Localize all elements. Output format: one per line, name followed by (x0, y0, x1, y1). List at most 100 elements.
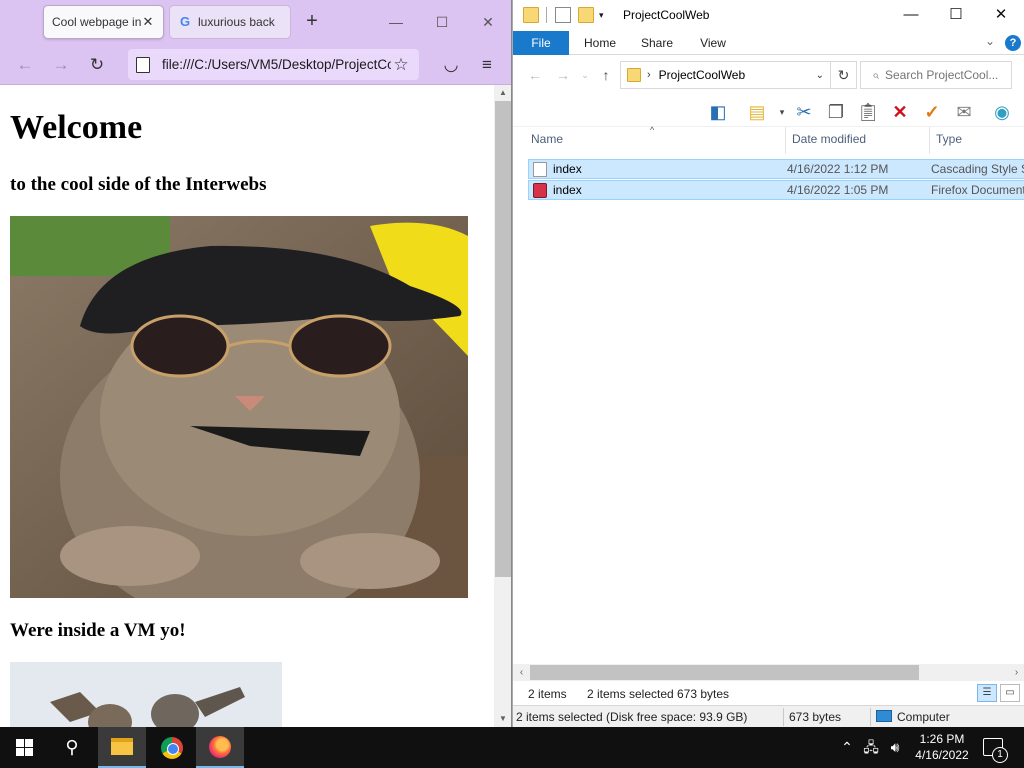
refresh-button[interactable]: ↻ (831, 61, 857, 89)
taskbar-chrome[interactable] (148, 727, 196, 768)
computer-icon (876, 710, 892, 722)
network-icon[interactable]: 🖧︎ (860, 727, 882, 768)
network-globe-icon[interactable]: ◉ (990, 100, 1014, 124)
tab-luxurious-back[interactable]: G luxurious back (170, 6, 290, 38)
up-one-level-icon[interactable]: ↑ (596, 65, 616, 85)
help-icon[interactable]: ? (1005, 35, 1021, 51)
details-view-icon[interactable]: ☰ (977, 684, 997, 702)
volume-icon[interactable]: 🔊︎ (884, 727, 906, 768)
tab-share[interactable]: Share (631, 31, 683, 55)
recent-locations-dropdown-icon[interactable]: ⌄ (575, 65, 595, 85)
tab-view[interactable]: View (689, 31, 737, 55)
selected-count: 2 items selected (587, 687, 674, 701)
address-dropdown-icon[interactable]: ⌄ (816, 70, 824, 81)
forward-icon[interactable]: → (553, 65, 573, 85)
properties-icon[interactable]: ▤ (745, 100, 769, 124)
explorer-status-bar: 2 items selected (Disk free space: 93.9 … (513, 705, 1024, 727)
url-bar[interactable]: file:///C:/Users/VM5/Desktop/ProjectCool… (128, 49, 419, 80)
delete-icon[interactable]: ✕ (888, 100, 912, 124)
new-tab-button[interactable]: + (300, 10, 324, 34)
paste-icon[interactable]: 📋︎ (856, 100, 880, 124)
bookmark-star-icon[interactable]: ☆ (391, 55, 411, 75)
email-icon[interactable]: ✉ (952, 100, 976, 124)
taskbar-file-explorer[interactable] (98, 727, 146, 768)
chrome-icon (161, 736, 183, 759)
taskbar-firefox[interactable] (196, 727, 244, 768)
selection-size: 673 bytes (789, 710, 842, 724)
close-window-button[interactable]: ✕ (476, 10, 500, 34)
back-icon[interactable]: ← (525, 65, 545, 85)
column-header-name[interactable]: Name (531, 132, 563, 146)
tab-home[interactable]: Home (575, 31, 625, 55)
maximize-button[interactable]: ☐ (943, 3, 969, 27)
scroll-up-arrow-icon[interactable]: ▲ (494, 85, 511, 101)
reload-icon[interactable]: ↻ (84, 52, 110, 78)
menu-icon[interactable]: ≡ (474, 52, 500, 78)
location-label: Computer (897, 710, 950, 724)
pocket-icon[interactable]: ◡ (438, 52, 464, 78)
css-file-icon (533, 161, 547, 177)
search-icon: ⚲ (65, 737, 79, 757)
minimize-button[interactable]: — (898, 3, 924, 27)
windows-taskbar: ⚲ ⌃ 🖧︎ 🔊︎ 1:26 PM 4/16/2022 1 (0, 727, 1024, 768)
firefox-tab-bar: Cool webpage in ✕ G luxurious back + — ☐… (0, 0, 511, 44)
tab-cool-webpage[interactable]: Cool webpage in ✕ (44, 6, 163, 38)
column-header-date-modified[interactable]: Date modified (792, 132, 866, 146)
column-divider[interactable] (785, 127, 786, 154)
url-text[interactable]: file:///C:/Users/VM5/Desktop/ProjectCool… (162, 57, 391, 72)
explorer-toolbar: ◧ ▤ ▾ ✂ ❐ 📋︎ ✕ ✓ ✉ ◉ (513, 95, 1024, 127)
item-count: 2 items (528, 687, 567, 701)
properties-dropdown-icon[interactable]: ▾ (770, 100, 794, 124)
page-heading: Welcome (10, 109, 143, 146)
file-row[interactable]: index 4/16/2022 1:12 PM Cascading Style … (528, 159, 1024, 179)
scrollbar-thumb[interactable] (495, 101, 511, 577)
cat-with-sunglasses-image (10, 216, 468, 598)
new-folder-icon[interactable] (578, 7, 594, 23)
start-button[interactable] (0, 727, 48, 768)
preview-pane-icon[interactable]: ◧ (706, 100, 730, 124)
copy-icon[interactable]: ❐ (824, 100, 848, 124)
breadcrumb[interactable]: ProjectCoolWeb (659, 68, 816, 82)
firefox-document-icon (533, 182, 547, 198)
cut-icon[interactable]: ✂ (792, 100, 816, 124)
address-bar[interactable]: › ProjectCoolWeb ⌄ (620, 61, 831, 89)
address-row: ← → ⌄ ↑ › ProjectCoolWeb ⌄ ↻ ⌕ (513, 55, 1024, 95)
system-clock[interactable]: 1:26 PM 4/16/2022 (910, 731, 974, 763)
minimize-button[interactable]: — (384, 10, 408, 34)
scroll-left-arrow-icon[interactable]: ‹ (513, 664, 530, 681)
scroll-right-arrow-icon[interactable]: › (1008, 664, 1024, 681)
maximize-button[interactable]: ☐ (430, 10, 454, 34)
scrollbar-thumb[interactable] (530, 665, 919, 680)
sort-ascending-icon: ^ (650, 125, 655, 135)
quick-access-dropdown-icon[interactable]: ▾ (599, 7, 615, 23)
clock-date: 4/16/2022 (915, 748, 969, 762)
scroll-down-arrow-icon[interactable]: ▼ (494, 711, 511, 727)
explorer-status-row: 2 items 2 items selected 673 bytes ☰ ▭ (513, 681, 1024, 705)
page-icon (136, 56, 150, 73)
rename-icon[interactable]: ✓ (920, 100, 944, 124)
forward-icon[interactable]: → (48, 52, 74, 78)
taskbar-search-button[interactable]: ⚲ (48, 727, 96, 768)
tab-close-icon[interactable]: ✕ (141, 14, 155, 30)
file-row[interactable]: index 4/16/2022 1:05 PM Firefox Document (528, 180, 1024, 200)
large-icons-view-icon[interactable]: ▭ (1000, 684, 1020, 702)
tab-title: luxurious back (198, 15, 275, 29)
file-explorer-icon (111, 738, 133, 755)
page-vertical-scrollbar[interactable]: ▲ ▼ (494, 85, 511, 727)
properties-checkbox-icon[interactable] (555, 7, 571, 23)
expand-ribbon-chevron-icon[interactable]: ⌄ (985, 34, 995, 48)
web-page-content: Welcome to the cool side of the Interweb… (0, 85, 494, 727)
search-input[interactable] (885, 68, 1005, 82)
explorer-title-bar: ▾ ProjectCoolWeb — ☐ ✕ (513, 0, 1024, 31)
tab-file[interactable]: File (513, 31, 569, 55)
column-header-type[interactable]: Type (936, 132, 962, 146)
column-divider[interactable] (929, 127, 930, 154)
breadcrumb-separator-icon[interactable]: › (647, 69, 651, 81)
selection-status: 2 items selected (Disk free space: 93.9 … (516, 710, 748, 724)
back-icon[interactable]: ← (12, 52, 38, 78)
file-list-horizontal-scrollbar[interactable]: ‹ › (513, 664, 1024, 681)
close-window-button[interactable]: ✕ (988, 3, 1014, 27)
file-explorer-window: ▾ ProjectCoolWeb — ☐ ✕ File Home Share V… (512, 0, 1024, 727)
search-box[interactable]: ⌕ (860, 61, 1012, 89)
show-hidden-icons-chevron-icon[interactable]: ⌃ (838, 727, 856, 768)
